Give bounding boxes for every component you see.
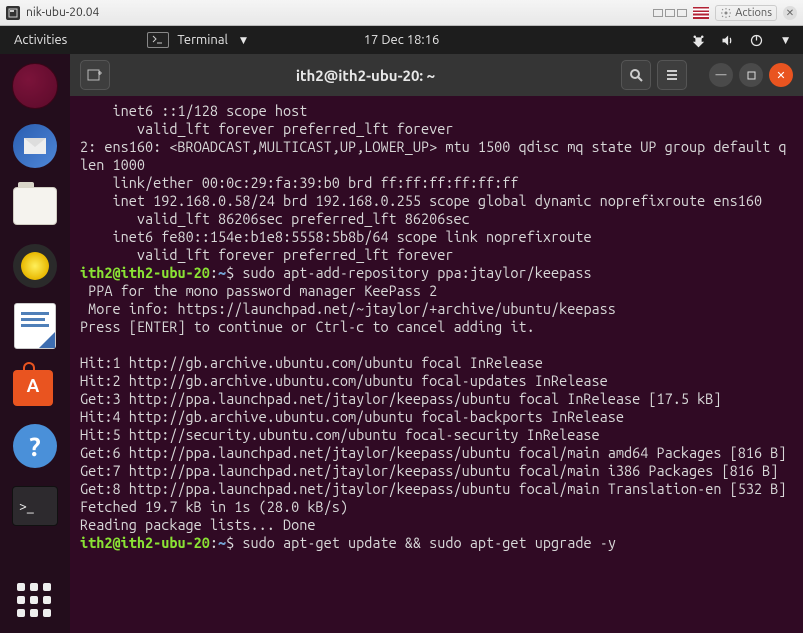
terminal-line: link/ether 00:0c:29:fa:39:b0 brd ff:ff:f… bbox=[80, 174, 518, 191]
vm-titlebar: nik-ubu-20.04 Actions ✕ bbox=[0, 0, 803, 26]
dock-libreoffice-writer[interactable] bbox=[9, 300, 61, 352]
panel-datetime[interactable]: 17 Dec 18:16 bbox=[364, 33, 440, 47]
gnome-top-panel: Activities Terminal ▼ 17 Dec 18:16 ▼ bbox=[0, 26, 803, 54]
dock-thunderbird[interactable] bbox=[9, 120, 61, 172]
activities-button[interactable]: Activities bbox=[14, 33, 67, 47]
vm-close-icon[interactable]: ✕ bbox=[783, 6, 797, 20]
terminal-line: inet6 fe80::154e:b1e8:5558:5b8b/64 scope… bbox=[80, 228, 600, 245]
terminal-headerbar: ith2@ith2-ubu-20: ~ — ✕ bbox=[70, 54, 803, 96]
power-icon bbox=[749, 33, 764, 48]
dock: ? >_ bbox=[0, 54, 70, 633]
vm-icon bbox=[6, 6, 20, 20]
vm-actions-button[interactable]: Actions bbox=[715, 5, 777, 21]
terminal-line: valid_lft 86206sec preferred_lft 86206se… bbox=[80, 210, 470, 227]
terminal-line: inet 192.168.0.58/24 brd 192.168.0.255 s… bbox=[80, 192, 762, 209]
command-text: sudo apt-add-repository ppa:jtaylor/keep… bbox=[242, 264, 591, 281]
terminal-line: Hit:2 http://gb.archive.ubuntu.com/ubunt… bbox=[80, 372, 608, 389]
terminal-line: valid_lft forever preferred_lft forever bbox=[80, 120, 454, 137]
volume-icon bbox=[720, 33, 735, 48]
dock-help[interactable]: ? bbox=[9, 420, 61, 472]
terminal-app-icon bbox=[147, 32, 169, 48]
chevron-down-icon: ▼ bbox=[782, 35, 789, 46]
terminal-line: Hit:1 http://gb.archive.ubuntu.com/ubunt… bbox=[80, 354, 543, 371]
system-tray[interactable]: ▼ bbox=[691, 33, 789, 48]
terminal-body[interactable]: inet6 ::1/128 scope host valid_lft forev… bbox=[70, 96, 803, 633]
terminal-line: Fetched 19.7 kB in 1s (28.0 kB/s) bbox=[80, 498, 348, 515]
prompt-user: ith2@ith2-ubu-20 bbox=[80, 264, 210, 281]
vm-title: nik-ubu-20.04 bbox=[26, 6, 99, 19]
terminal-line: More info: https://launchpad.net/~jtaylo… bbox=[80, 300, 616, 317]
vm-screen-icons[interactable] bbox=[653, 9, 687, 17]
app-menu[interactable]: Terminal ▼ bbox=[147, 32, 247, 48]
dock-firefox[interactable] bbox=[9, 60, 61, 112]
hamburger-menu-button[interactable] bbox=[657, 60, 687, 90]
minimize-button[interactable]: — bbox=[709, 63, 733, 87]
keyboard-flag-icon[interactable] bbox=[693, 7, 709, 19]
dock-ubuntu-software[interactable] bbox=[9, 360, 61, 412]
prompt-path: ~ bbox=[218, 534, 226, 551]
dock-rhythmbox[interactable] bbox=[9, 240, 61, 292]
chevron-down-icon: ▼ bbox=[240, 35, 247, 46]
command-text: sudo apt-get update && sudo apt-get upgr… bbox=[242, 534, 616, 551]
terminal-line: inet6 ::1/128 scope host bbox=[80, 102, 315, 119]
close-button[interactable]: ✕ bbox=[769, 63, 793, 87]
terminal-title: ith2@ith2-ubu-20: ~ bbox=[118, 67, 613, 84]
terminal-line: Hit:4 http://gb.archive.ubuntu.com/ubunt… bbox=[80, 408, 624, 425]
terminal-line: Get:6 http://ppa.launchpad.net/jtaylor/k… bbox=[80, 444, 786, 461]
app-menu-label: Terminal bbox=[177, 33, 228, 47]
terminal-line: 2: ens160: <BROADCAST,MULTICAST,UP,LOWER… bbox=[80, 138, 786, 173]
terminal-line: Hit:5 http://security.ubuntu.com/ubuntu … bbox=[80, 426, 600, 443]
terminal-line: valid_lft forever preferred_lft forever bbox=[80, 246, 454, 263]
prompt-user: ith2@ith2-ubu-20 bbox=[80, 534, 210, 551]
terminal-line: PPA for the mono password manager KeePas… bbox=[80, 282, 437, 299]
dock-files[interactable] bbox=[9, 180, 61, 232]
terminal-line: Press [ENTER] to continue or Ctrl-c to c… bbox=[80, 318, 535, 335]
prompt-path: ~ bbox=[218, 264, 226, 281]
terminal-line: Reading package lists... Done bbox=[80, 516, 315, 533]
show-apps-button[interactable] bbox=[17, 583, 53, 619]
terminal-line: Get:7 http://ppa.launchpad.net/jtaylor/k… bbox=[80, 462, 778, 479]
terminal-window: ith2@ith2-ubu-20: ~ — ✕ inet6 ::1/128 sc… bbox=[70, 54, 803, 633]
vm-actions-label: Actions bbox=[735, 7, 772, 19]
maximize-button[interactable] bbox=[739, 63, 763, 87]
new-tab-button[interactable] bbox=[80, 60, 110, 90]
terminal-line: Get:8 http://ppa.launchpad.net/jtaylor/k… bbox=[80, 480, 786, 497]
search-button[interactable] bbox=[621, 60, 651, 90]
terminal-line: Get:3 http://ppa.launchpad.net/jtaylor/k… bbox=[80, 390, 721, 407]
network-icon bbox=[691, 33, 706, 48]
dock-terminal[interactable]: >_ bbox=[9, 480, 61, 532]
